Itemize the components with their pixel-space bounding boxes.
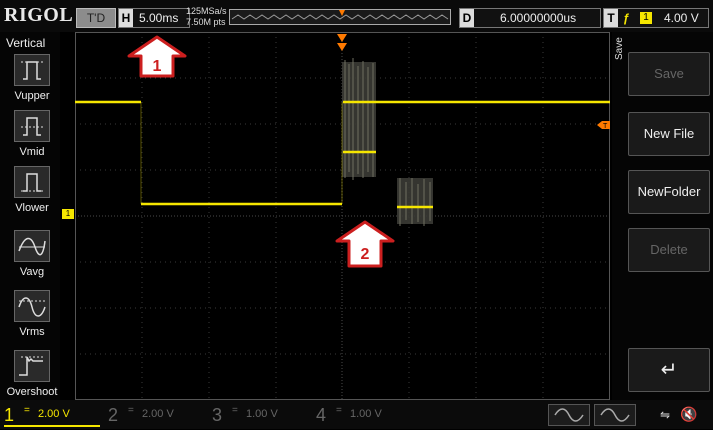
channel-4-scale: 1.00 V [350,408,382,420]
channel-1-number: 1 [4,405,15,425]
trigger-settings[interactable]: T ƒ 1 4.00 V [603,8,709,28]
horizontal-label: H [119,9,133,27]
channel-3-coupling: = [232,405,238,416]
vavg-label: Vavg [19,266,45,278]
delay-label: D [460,9,474,27]
annotation-2-label: 2 [361,246,370,263]
channel-2-scale: 2.00 V [142,408,174,420]
trigger-source-badge: 1 [640,12,652,24]
vlower-icon [14,166,50,198]
channel-3-scale: 1.00 V [246,408,278,420]
ch1-marker-label: 1 [65,209,71,218]
channel-4-status[interactable]: 4 = 1.00 V [316,405,412,425]
memory-overview-wave [231,10,449,20]
overshoot-icon [14,350,50,382]
sample-rate: 125MSa/s [186,6,227,16]
channel-1-status[interactable]: 1 = 2.00 V [4,405,100,427]
measure-vavg-button[interactable]: Vavg [4,230,60,278]
channel-2-status[interactable]: 2 = 2.00 V [108,405,204,425]
vrms-label: Vrms [19,326,45,338]
usb-icon: ⇋ [660,408,671,422]
top-status-bar: RIGOL T'D H 5.00ms 125MSa/s 7.50M pts D … [0,0,713,32]
channel-2-coupling: = [128,405,134,416]
rising-edge-icon: ƒ [623,11,630,25]
vavg-icon [14,230,50,262]
vupper-icon [14,54,50,86]
save-menu-title: Save [614,37,625,60]
channel-2-number: 2 [108,405,119,425]
trigger-delay[interactable]: D 6.00000000us [459,8,601,28]
vlower-label: Vlower [15,202,49,214]
channel-4-number: 4 [316,405,327,425]
overshoot-label: Overshoot [6,386,58,398]
measure-vrms-button[interactable]: Vrms [4,290,60,338]
measure-sidebar: Vertical Vupper Vmid Vlower Vavg Vrms Ov… [0,32,60,400]
rigol-logo: RIGOL [4,4,74,26]
return-button[interactable]: ↵ [628,348,710,392]
ch1-ground-marker[interactable]: 1 [62,209,74,219]
speaker-icon[interactable]: 🔇 [680,406,697,423]
wave-gen-1-icon[interactable] [548,404,590,426]
vrms-icon [14,290,50,322]
run-state-badge[interactable]: T'D [76,8,116,28]
vmid-icon [14,110,50,142]
timebase-value: 5.00ms [139,11,179,25]
memory-overview-strip[interactable] [229,9,451,25]
measure-vmid-button[interactable]: Vmid [4,110,60,158]
channel-1-coupling: = [24,405,30,416]
horizontal-timebase[interactable]: H 5.00ms [118,8,190,28]
waveform-display[interactable]: T 1 2 [75,32,610,400]
save-button[interactable]: Save [628,52,710,96]
trigger-label: T [604,9,618,27]
measure-overshoot-button[interactable]: Overshoot [4,350,60,398]
trigger-level-marker-label: T [603,123,608,130]
wave-gen-2-icon[interactable] [594,404,636,426]
measure-category-title: Vertical [6,36,46,50]
trigger-level-value: 4.00 V [664,11,699,25]
memory-depth: 7.50M pts [186,17,226,27]
annotation-1-label: 1 [153,58,162,75]
acquisition-info: 125MSa/s 7.50M pts [186,6,227,28]
new-folder-button[interactable]: NewFolder [628,170,710,214]
save-menu-panel: Save Save New File NewFolder Delete ↵ [612,32,713,400]
channel-3-number: 3 [212,405,223,425]
measure-vupper-button[interactable]: Vupper [4,54,60,102]
vmid-label: Vmid [19,146,45,158]
channel-status-bar: 1 = 2.00 V 2 = 2.00 V 3 = 1.00 V 4 = 1.0… [0,400,713,429]
channel-4-coupling: = [336,405,342,416]
measure-vlower-button[interactable]: Vlower [4,166,60,214]
delete-button[interactable]: Delete [628,228,710,272]
delay-value: 6.00000000us [500,11,577,25]
channel-3-status[interactable]: 3 = 1.00 V [212,405,308,425]
new-file-button[interactable]: New File [628,112,710,156]
channel-1-scale: 2.00 V [38,408,70,420]
vupper-label: Vupper [14,90,50,102]
